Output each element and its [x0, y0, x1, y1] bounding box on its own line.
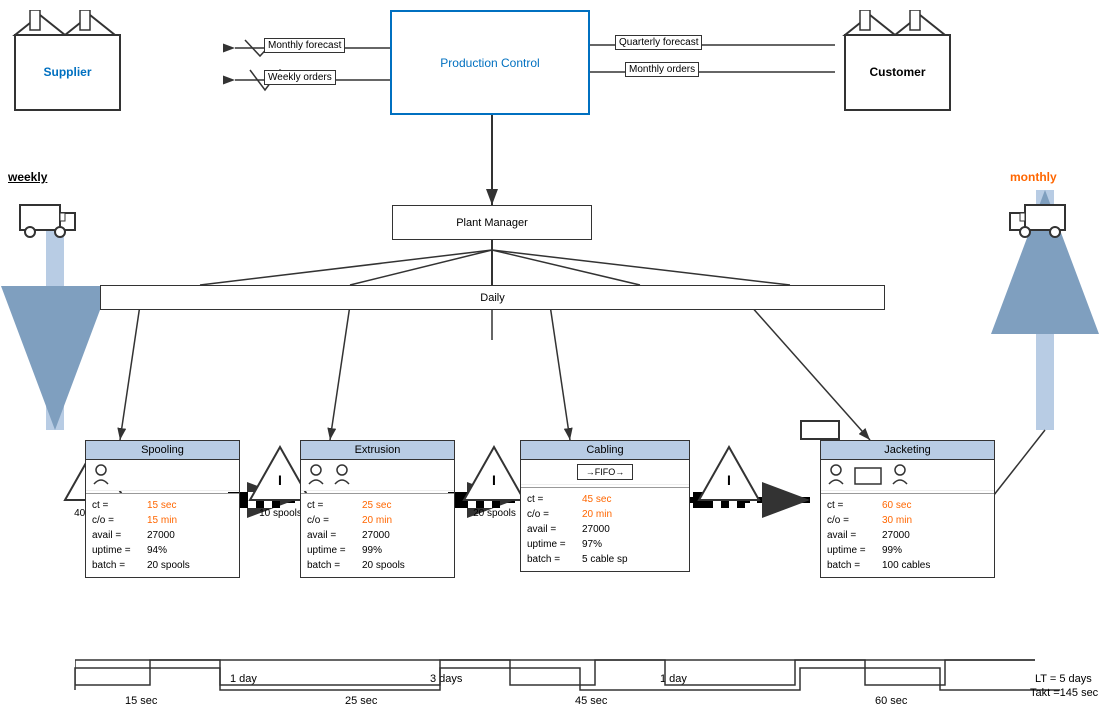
quarterly-forecast-label: Quarterly forecast	[615, 35, 702, 50]
production-control-label: Production Control	[440, 56, 539, 70]
svg-text:I: I	[727, 472, 731, 488]
weekly-label: weekly	[8, 170, 47, 184]
spooling-process-box: Spooling ct =15 sec c/o =15 min avail =2…	[85, 440, 240, 578]
customer-label: Customer	[840, 65, 955, 79]
svg-text:I: I	[492, 472, 496, 488]
jacketing-process-box: Jacketing ct =60 sec c/o =30 min avail =…	[820, 440, 995, 578]
customer-truck	[1005, 195, 1070, 243]
svg-text:I: I	[278, 472, 282, 488]
monthly-label: monthly	[1010, 170, 1057, 184]
weekly-orders-label: Weekly orders	[264, 70, 336, 85]
plant-manager-label: Plant Manager	[456, 217, 528, 229]
supermarket-icon	[800, 420, 840, 440]
inventory-extrusion-cabling: I 20 spools	[462, 445, 527, 519]
plant-manager-box: Plant Manager	[392, 205, 592, 240]
extrusion-process-box: Extrusion ct =25 sec c/o =20 min avail =…	[300, 440, 455, 578]
production-control-box: Production Control	[390, 10, 590, 115]
monthly-forecast-label: Monthly forecast	[264, 38, 345, 53]
supplier-truck	[15, 195, 80, 243]
customer-factory: Customer	[840, 10, 955, 115]
daily-label: Daily	[480, 292, 504, 304]
timeline-svg	[75, 655, 1075, 705]
cabling-process-box: Cabling →FIFO→ ct =45 sec c/o =20 min av…	[520, 440, 690, 572]
inventory-cabling-jacketing: I	[697, 445, 762, 506]
supplier-factory: Supplier	[10, 10, 125, 115]
monthly-orders-label: Monthly orders	[625, 62, 699, 77]
supplier-label: Supplier	[10, 65, 125, 79]
daily-box: Daily	[100, 285, 885, 310]
vsm-canvas: { "title": "Value Stream Map", "entities…	[0, 0, 1105, 718]
